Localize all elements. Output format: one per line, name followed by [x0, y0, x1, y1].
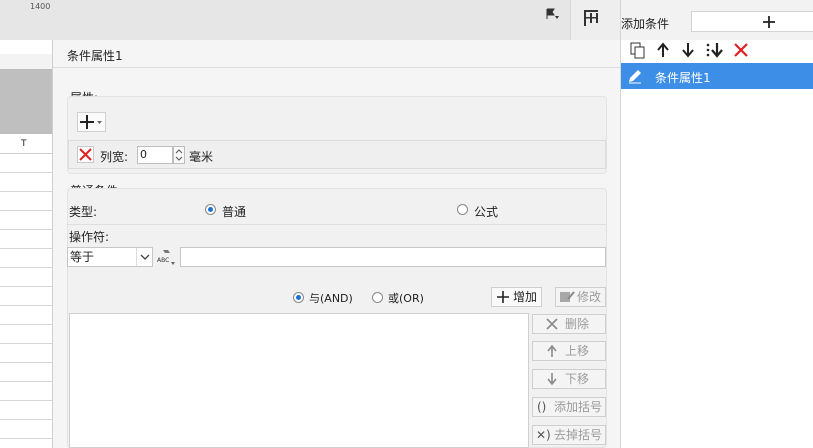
gridline: [0, 229, 52, 230]
column-width-unit: 毫米: [189, 150, 214, 164]
type-normal-label[interactable]: 普通: [222, 203, 246, 220]
add-condition-button[interactable]: 增加: [491, 287, 542, 307]
panel-title: 添加条件: [621, 17, 670, 31]
gridline: [0, 191, 52, 192]
remove-bracket-icon: ✕): [536, 428, 551, 442]
gridline: [0, 324, 52, 325]
pencil-icon: [629, 70, 641, 84]
close-icon: [546, 318, 558, 330]
and-label[interactable]: 与(AND): [309, 290, 353, 306]
edit-icon: [560, 291, 575, 302]
bracket-icon: (): [537, 400, 547, 414]
move-down-button[interactable]: 下移: [532, 369, 606, 389]
gridline: [0, 210, 52, 211]
condition-value-input[interactable]: [180, 247, 606, 267]
gridline: [0, 286, 52, 287]
type-label: 类型:: [69, 205, 98, 219]
condition-dialog: 条件属性1 属性: 列宽: 0 毫米 普通条件 类型: 普通 公式 操作符: 等…: [52, 40, 621, 448]
move-down-label: 下移: [565, 372, 590, 386]
operator-select[interactable]: 等于: [67, 247, 153, 267]
value-type-icon[interactable]: ABC: [156, 247, 176, 267]
or-radio[interactable]: [372, 292, 383, 303]
arrow-up-icon[interactable]: [654, 40, 672, 60]
row-divider: [67, 224, 607, 225]
svg-text:ABC: ABC: [157, 257, 169, 264]
operator-value: 等于: [70, 250, 95, 264]
gridline: [0, 343, 52, 344]
type-formula-label[interactable]: 公式: [474, 203, 498, 220]
condition-list-item-label: 条件属性1: [655, 71, 711, 85]
column-width-spinner[interactable]: [173, 146, 185, 164]
add-condition-panel-button[interactable]: [691, 11, 813, 32]
arrow-down-icon: [547, 373, 557, 386]
gridline: [0, 362, 52, 363]
modify-condition-label: 修改: [577, 290, 602, 304]
gridline: [0, 305, 52, 306]
arrow-up-icon: [547, 344, 557, 357]
chevron-down-icon: [136, 248, 153, 266]
column-width-input[interactable]: 0: [137, 146, 173, 164]
condition-list-item[interactable]: 条件属性1: [621, 63, 813, 89]
copy-icon[interactable]: [629, 40, 647, 60]
delete-condition-label: 删除: [565, 317, 590, 331]
arrow-down-icon[interactable]: [679, 40, 697, 60]
move-up-label: 上移: [565, 344, 590, 358]
condition-list-panel: 添加条件 条件属性1: [620, 0, 813, 448]
gridline: [0, 248, 52, 249]
dialog-title: 条件属性1: [67, 49, 123, 63]
modify-condition-button[interactable]: 修改: [555, 287, 606, 307]
column-layout-icon[interactable]: [583, 9, 599, 27]
gridline: [0, 267, 52, 268]
flag-dropdown-icon[interactable]: [546, 8, 560, 23]
dialog-separator: [53, 67, 621, 68]
plus-dropdown-icon: [80, 115, 102, 129]
gridline: [0, 172, 52, 173]
move-up-button[interactable]: 上移: [532, 341, 606, 361]
plus-icon: [763, 16, 775, 28]
column-width-row: 列宽: 0 毫米: [68, 140, 606, 169]
ruler: [0, 54, 52, 70]
close-icon: [79, 148, 92, 161]
gridline: [0, 419, 52, 420]
delete-property-button[interactable]: [77, 146, 94, 163]
delete-icon[interactable]: [732, 40, 750, 60]
sort-down-icon[interactable]: [704, 40, 723, 60]
add-bracket-button[interactable]: () 添加括号: [532, 397, 606, 417]
panel-toolbar: [621, 40, 813, 62]
type-formula-radio[interactable]: [457, 204, 468, 215]
add-bracket-label: 添加括号: [554, 400, 603, 414]
add-property-button[interactable]: [77, 112, 106, 132]
sheet-gray-area: [0, 70, 52, 134]
gridline: [0, 438, 52, 439]
delete-condition-button[interactable]: 删除: [532, 314, 606, 334]
column-label: T: [21, 139, 27, 149]
or-label[interactable]: 或(OR): [388, 290, 424, 306]
gridline: [0, 381, 52, 382]
condition-list-area[interactable]: [69, 313, 529, 448]
and-radio[interactable]: [293, 292, 304, 303]
plus-icon: [497, 291, 509, 303]
type-normal-radio[interactable]: [205, 204, 216, 215]
column-width-label: 列宽:: [100, 150, 129, 164]
remove-bracket-label: 去掉括号: [554, 428, 603, 442]
add-condition-label: 增加: [513, 290, 538, 304]
remove-bracket-button[interactable]: ✕) 去掉括号: [532, 425, 606, 445]
ruler-label: 1400: [30, 2, 51, 11]
operator-label: 操作符:: [69, 230, 110, 244]
gridline: [0, 400, 52, 401]
